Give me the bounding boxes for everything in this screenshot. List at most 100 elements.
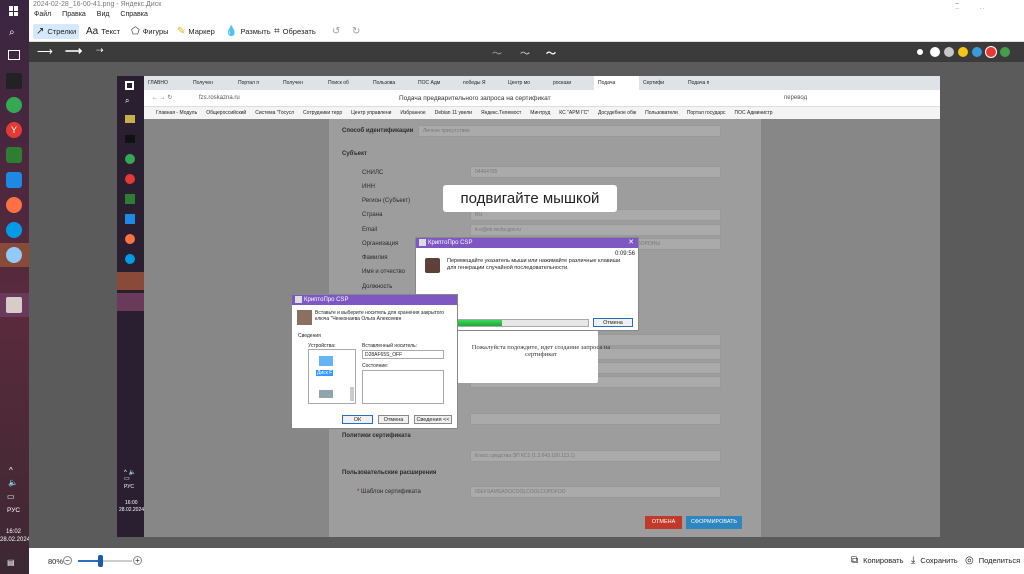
lang-indicator[interactable]: РУС	[7, 507, 20, 514]
bookmark: Сотрудники терр	[303, 110, 343, 116]
size-small-dot[interactable]	[917, 49, 923, 55]
window-title-text: 2024-02-28_16-00-41.png - Яндекс.Диск	[33, 1, 162, 8]
csp-ok-button: ОК	[342, 415, 373, 424]
taskview-icon[interactable]	[8, 50, 20, 60]
crop-tool-icon: ⌗	[274, 26, 280, 37]
tool-shapes-label: Фигуры	[142, 27, 169, 36]
disk-icon[interactable]	[6, 247, 22, 263]
edge-icon[interactable]	[6, 222, 22, 238]
disk-f-item: Диск F	[316, 370, 334, 376]
tool-crop[interactable]: ⌗ Обрезать	[271, 24, 319, 39]
bookmark: Портал государс	[686, 110, 726, 116]
share-button[interactable]: ◎ Поделиться	[965, 555, 1020, 566]
color-swatch-gray[interactable]	[944, 47, 954, 57]
inner-active-app-2	[117, 293, 144, 311]
inner-folder-icon	[125, 115, 135, 123]
zoom-in-button[interactable]: +	[133, 556, 142, 565]
tray-chevron-icon[interactable]: ^	[9, 466, 13, 475]
field-label-snils: СНИЛС	[362, 170, 384, 176]
blank-field-5	[470, 413, 721, 425]
stroke-medium-icon[interactable]: 〜	[520, 45, 530, 60]
menu-edit[interactable]: Правка	[62, 11, 86, 18]
menu-file[interactable]: Файл	[34, 11, 51, 18]
policies-heading: Политики сертификата	[342, 433, 411, 439]
save-button[interactable]: ⤓ Сохранить	[911, 555, 958, 566]
drive-icon	[319, 356, 333, 366]
arrow-thin-icon[interactable]: ⟶	[37, 45, 53, 58]
bookmark: Общероссийский	[206, 110, 247, 116]
field-label-inn: ИНН	[362, 184, 375, 190]
page-margin-right	[761, 119, 940, 537]
browser-tab: ПОС Адм	[418, 80, 441, 86]
id-method-label: Способ идентификации	[342, 128, 414, 134]
network-icon[interactable]: ▭	[7, 492, 15, 501]
bookmark: Пользователи	[645, 110, 678, 116]
inner-time: 16:00	[125, 500, 138, 506]
inner-active-app	[117, 272, 144, 290]
template-label: * Шаблон сертификата	[357, 489, 421, 495]
properties-bar: ⟶ ⟶ ⇢ 〜 〜 〜	[29, 42, 1024, 62]
extensions-heading: Пользовательские расширения	[342, 470, 437, 476]
address-url: fzs.roskazna.ru	[199, 95, 240, 101]
redo-button[interactable]: ↻	[349, 24, 363, 39]
chrome-icon[interactable]	[6, 97, 22, 113]
bookmark: Главная - Модуль	[156, 110, 198, 116]
save-label: Сохранить	[920, 556, 958, 565]
tool-crop-label: Обрезать	[282, 27, 316, 36]
tool-blur[interactable]: 💧 Размыть	[222, 24, 274, 39]
zoom-out-button[interactable]: −	[63, 556, 72, 565]
menu-bar: Файл Правка Вид Справка	[29, 9, 1024, 21]
color-swatch-yellow[interactable]	[958, 47, 968, 57]
app-icon[interactable]	[6, 297, 22, 313]
inner-start-icon	[125, 81, 134, 90]
store-icon[interactable]	[6, 172, 22, 188]
csp-media-title: КриптоПро CSP	[292, 295, 457, 305]
browser-tab: Получен	[193, 80, 213, 86]
start-icon[interactable]	[9, 6, 19, 16]
terminal-icon[interactable]	[6, 73, 22, 89]
window-title: 2024-02-28_16-00-41.png - Яндекс.Диск	[29, 0, 1024, 9]
csp-cancel-button: Отмена	[593, 318, 633, 327]
color-swatch-white[interactable]	[930, 47, 940, 57]
csp-media-dialog: КриптоПро CSP Вставьте и выберите носите…	[291, 294, 458, 429]
arrow-thick-icon[interactable]: ⟶	[65, 44, 82, 58]
browser-address-bar: ← → ↻ fzs.roskazna.ru Подача предварител…	[144, 90, 940, 107]
menu-view[interactable]: Вид	[97, 11, 110, 18]
yandex-browser-icon[interactable]: Y	[6, 122, 22, 138]
search-icon[interactable]: ⌕	[9, 27, 15, 38]
text-tool-icon: Aa	[86, 26, 99, 37]
color-swatch-green[interactable]	[1000, 47, 1010, 57]
status-bar: 80% − + ⧉ Копировать ⤓ Сохранить ◎ Поделить…	[29, 548, 1024, 574]
tool-marker[interactable]: ✎ Маркер	[174, 24, 218, 39]
csp-keygen-message: Перемещайте указатель мыши или нажимайте…	[447, 258, 621, 271]
arrow-dashed-icon[interactable]: ⇢	[96, 45, 104, 56]
menu-help[interactable]: Справка	[120, 11, 147, 18]
drive-icon-2	[319, 390, 333, 398]
zoom-slider-fill	[78, 560, 100, 562]
browser-tab: Поиск об	[328, 80, 349, 86]
undo-button[interactable]: ↺	[329, 24, 343, 39]
cancel-form-button: ОТМЕНА	[645, 516, 682, 529]
speaker-icon[interactable]: 🔈	[8, 478, 18, 487]
stroke-thick-icon[interactable]: 〜	[546, 45, 556, 60]
chat-icon[interactable]	[6, 147, 22, 163]
copy-button[interactable]: ⧉ Копировать	[851, 555, 904, 566]
inner-search-icon: ⌕	[125, 96, 130, 105]
inserted-media-field: D28AF65S_OFF	[362, 350, 444, 359]
field-label-email: Email	[362, 227, 378, 233]
stroke-thin-icon[interactable]: 〜	[492, 45, 502, 60]
tool-arrows[interactable]: ↗ Стрелки	[33, 24, 80, 39]
color-swatch-blue[interactable]	[972, 47, 982, 57]
tool-shapes[interactable]: ⬠ Фигуры	[128, 24, 172, 39]
tool-text[interactable]: Aa Текст	[83, 24, 123, 39]
notification-icon[interactable]: ▤	[7, 558, 15, 567]
inner-tray-icons: ^ 🔈 ▭	[124, 470, 136, 482]
color-swatch-red[interactable]	[986, 47, 996, 57]
tool-marker-label: Маркер	[188, 27, 215, 36]
zoom-slider[interactable]	[78, 560, 132, 562]
zoom-slider-thumb[interactable]	[97, 555, 103, 567]
share-icon: ◎	[965, 555, 974, 566]
bookmark: ПОС Администр	[734, 110, 773, 116]
firefox-icon[interactable]	[6, 197, 22, 213]
annotation-text[interactable]: подвигайте мышкой	[443, 185, 617, 212]
